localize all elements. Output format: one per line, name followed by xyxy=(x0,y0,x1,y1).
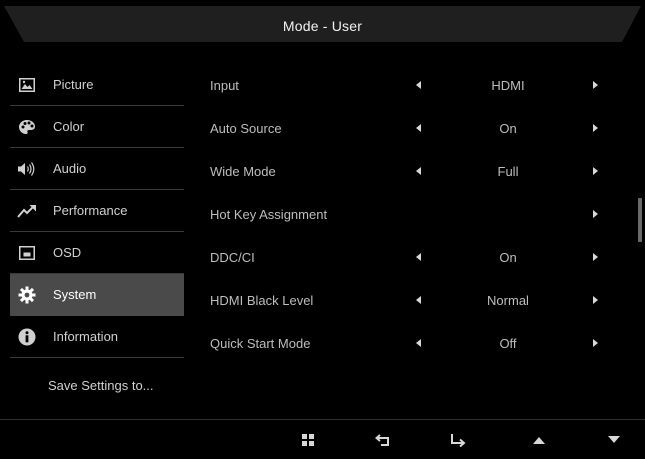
setting-name: Hot Key Assignment xyxy=(210,207,328,222)
arrow-left-icon[interactable] xyxy=(416,124,421,132)
sidebar-item-picture[interactable]: Picture xyxy=(10,64,184,106)
sidebar-item-system[interactable]: System xyxy=(10,274,184,316)
sidebar-item-label: System xyxy=(53,287,97,302)
sidebar-item-label: Picture xyxy=(53,77,94,92)
back-icon[interactable] xyxy=(372,430,394,450)
down-triangle-icon[interactable] xyxy=(603,430,625,450)
trend-up-icon xyxy=(16,202,38,220)
scrollbar-thumb[interactable] xyxy=(638,198,642,242)
setting-row-auto-source[interactable]: Auto Source On xyxy=(210,107,630,150)
sidebar-item-osd[interactable]: OSD xyxy=(10,232,184,274)
arrow-right-icon[interactable] xyxy=(593,253,598,261)
arrow-right-icon[interactable] xyxy=(593,167,598,175)
setting-value: Full xyxy=(497,164,519,179)
setting-value: On xyxy=(499,250,517,265)
setting-row-input[interactable]: Input HDMI xyxy=(210,64,630,107)
arrow-right-icon[interactable] xyxy=(593,124,598,132)
sidebar-item-label: Information xyxy=(53,329,119,344)
up-triangle-icon[interactable] xyxy=(528,430,550,450)
setting-value: Off xyxy=(499,336,517,351)
setting-row-quick-start-mode[interactable]: Quick Start Mode Off xyxy=(210,322,630,365)
setting-name: HDMI Black Level xyxy=(210,293,314,308)
arrow-left-icon[interactable] xyxy=(416,167,421,175)
monitor-osd-menu: Mode - User Picture Color Audio Performa… xyxy=(0,0,645,459)
arrow-left-icon[interactable] xyxy=(416,296,421,304)
speaker-icon xyxy=(16,160,38,178)
arrow-left-icon[interactable] xyxy=(416,253,421,261)
setting-name: DDC/CI xyxy=(210,250,255,265)
setting-row-ddc-ci[interactable]: DDC/CI On xyxy=(210,236,630,279)
enter-icon[interactable] xyxy=(447,430,469,450)
arrow-right-icon[interactable] xyxy=(593,339,598,347)
menu-grid-icon[interactable] xyxy=(297,430,319,450)
mode-title: Mode - User xyxy=(282,18,363,34)
sidebar-item-label: Performance xyxy=(53,203,128,218)
setting-value: On xyxy=(499,121,517,136)
setting-value: Normal xyxy=(487,293,529,308)
settings-list: Input HDMI Auto Source On Wide Mode Full… xyxy=(210,64,630,365)
gear-icon xyxy=(16,286,38,304)
arrow-right-icon[interactable] xyxy=(593,210,598,218)
sidebar-menu: Picture Color Audio Performance OSD Syst… xyxy=(10,64,184,358)
arrow-left-icon[interactable] xyxy=(416,81,421,89)
setting-row-wide-mode[interactable]: Wide Mode Full xyxy=(210,150,630,193)
setting-name: Input xyxy=(210,78,239,93)
setting-name: Quick Start Mode xyxy=(210,336,311,351)
sidebar-item-label: OSD xyxy=(53,245,82,260)
sidebar-item-color[interactable]: Color xyxy=(10,106,184,148)
save-settings-button[interactable]: Save Settings to... xyxy=(10,364,184,406)
palette-icon xyxy=(16,118,38,136)
setting-row-hdmi-black-level[interactable]: HDMI Black Level Normal xyxy=(210,279,630,322)
sidebar-item-performance[interactable]: Performance xyxy=(10,190,184,232)
info-icon xyxy=(16,328,38,346)
footer-controls xyxy=(0,420,645,459)
setting-value: HDMI xyxy=(491,78,525,93)
sidebar-item-label: Audio xyxy=(53,161,87,176)
sidebar-item-label: Color xyxy=(53,119,85,134)
setting-name: Wide Mode xyxy=(210,164,276,179)
setting-name: Auto Source xyxy=(210,121,282,136)
arrow-left-icon[interactable] xyxy=(416,339,421,347)
header-bar: Mode - User xyxy=(0,0,645,60)
arrow-right-icon[interactable] xyxy=(593,81,598,89)
picture-icon xyxy=(16,76,38,94)
arrow-right-icon[interactable] xyxy=(593,296,598,304)
setting-row-hot-key-assignment[interactable]: Hot Key Assignment xyxy=(210,193,630,236)
sidebar-item-information[interactable]: Information xyxy=(10,316,184,358)
sidebar-item-audio[interactable]: Audio xyxy=(10,148,184,190)
osd-window-icon xyxy=(16,244,38,262)
